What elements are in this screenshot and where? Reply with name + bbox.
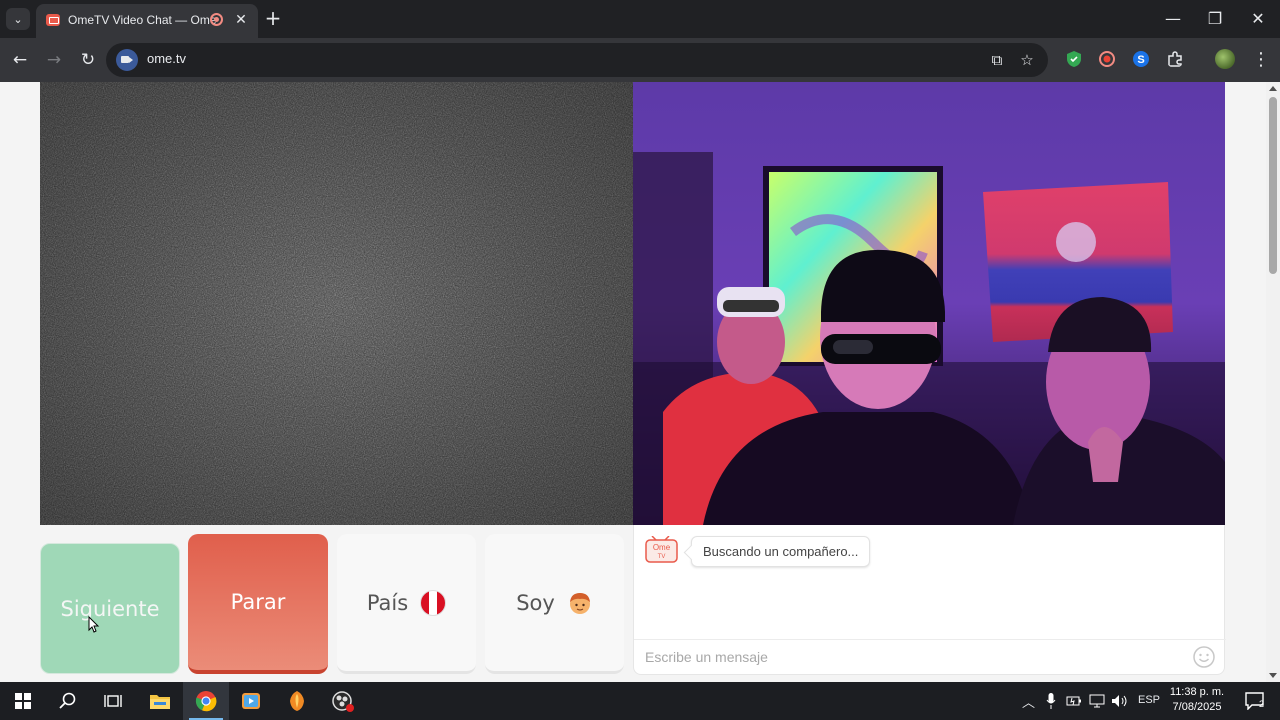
tab-list-icon[interactable]: ⌄: [6, 8, 30, 30]
local-video-static: [40, 82, 633, 525]
logo-text-top: Ome: [653, 543, 671, 552]
next-button-label: Siguiente: [60, 596, 160, 621]
close-tab-icon[interactable]: ✕: [232, 11, 250, 29]
scroll-down-icon[interactable]: [1269, 673, 1277, 678]
flag-peru-icon: [420, 589, 447, 616]
logo-text-bottom: TV: [658, 554, 666, 560]
media-player-icon[interactable]: [228, 682, 274, 720]
windows-start-icon[interactable]: [0, 682, 46, 720]
microphone-icon[interactable]: [1046, 693, 1056, 709]
forward-icon[interactable]: →: [41, 47, 67, 73]
tray-overflow-icon[interactable]: ︿: [1022, 692, 1035, 711]
extensions-puzzle-icon[interactable]: [1166, 50, 1184, 68]
scroll-thumb[interactable]: [1269, 97, 1277, 274]
gender-button-label: Soy: [516, 590, 555, 615]
record-extension-icon[interactable]: [1098, 50, 1116, 68]
status-message: Buscando un compañero...: [691, 536, 871, 567]
menu-icon[interactable]: ⋮: [1252, 47, 1270, 73]
fl-studio-icon[interactable]: [274, 682, 320, 720]
language-indicator[interactable]: ESP: [1138, 694, 1160, 706]
page-scrollbar[interactable]: [1266, 82, 1280, 682]
url-text[interactable]: ome.tv: [147, 51, 186, 66]
notifications-icon[interactable]: 2: [1232, 682, 1278, 720]
emoji-icon[interactable]: [1192, 645, 1216, 669]
file-explorer-icon[interactable]: [137, 682, 183, 720]
close-window-button[interactable]: ✕: [1243, 6, 1273, 32]
bookmark-star-icon[interactable]: ☆: [1016, 49, 1038, 71]
minimize-button[interactable]: —: [1158, 6, 1188, 32]
browser-toolbar: ← → ↻ ome.tv ⧉ ☆ S ⋮: [0, 38, 1280, 82]
s-extension-icon[interactable]: S: [1132, 50, 1150, 68]
taskbar: ︿ ESP 11:38 p. m. 7/08/2025 2: [0, 682, 1280, 720]
ometv-logo-icon: Ome TV: [645, 536, 678, 563]
tab-ometv[interactable]: OmeTV Video Chat — Ome ✕: [36, 4, 258, 38]
remote-video: [633, 82, 1225, 525]
install-app-icon[interactable]: ⧉: [986, 49, 1008, 71]
ometv-favicon-icon: [46, 14, 60, 26]
gender-button[interactable]: Soy: [485, 534, 624, 674]
obs-icon[interactable]: [320, 682, 366, 720]
reload-icon[interactable]: ↻: [75, 47, 101, 73]
battery-icon[interactable]: [1066, 694, 1082, 708]
static-noise: [40, 82, 633, 525]
clock-date: 7/08/2025: [1172, 701, 1222, 713]
new-tab-icon[interactable]: +: [262, 8, 284, 30]
task-view-icon[interactable]: [90, 682, 136, 720]
country-button-label: País: [366, 590, 409, 615]
shield-extension-icon[interactable]: [1065, 50, 1083, 68]
profile-avatar[interactable]: [1215, 49, 1235, 69]
chat-panel: Ome TV Buscando un compañero...: [633, 525, 1226, 675]
remote-video-frame: [633, 82, 1225, 525]
restore-button[interactable]: ❐: [1200, 6, 1230, 32]
back-icon[interactable]: ←: [7, 47, 33, 73]
ometv-page: Siguiente Parar País Soy Ome TV Buscando…: [0, 82, 1266, 682]
notifications-count: 2: [1259, 699, 1265, 709]
message-input[interactable]: [634, 640, 1194, 674]
volume-icon[interactable]: [1111, 694, 1129, 708]
site-info-icon[interactable]: [116, 49, 138, 71]
address-bar[interactable]: ome.tv ⧉ ☆: [106, 43, 1048, 77]
stop-button-label: Parar: [230, 590, 286, 614]
tab-strip: ⌄ OmeTV Video Chat — Ome ✕ + — ❐ ✕: [0, 0, 1280, 38]
clock-time: 11:38 p. m.: [1169, 686, 1225, 698]
next-button[interactable]: Siguiente: [40, 543, 180, 674]
boy-emoji-icon: [569, 592, 590, 614]
network-icon[interactable]: [1089, 694, 1105, 708]
scroll-up-icon[interactable]: [1269, 86, 1277, 91]
stop-button[interactable]: Parar: [188, 534, 328, 674]
mouse-cursor-icon: [88, 616, 100, 633]
svg-text:S: S: [1137, 54, 1144, 66]
recording-icon: [210, 13, 223, 26]
search-icon[interactable]: [45, 682, 91, 720]
clock[interactable]: 11:38 p. m. 7/08/2025: [1166, 685, 1228, 715]
country-button[interactable]: País: [337, 534, 476, 674]
chrome-icon[interactable]: [183, 682, 229, 720]
